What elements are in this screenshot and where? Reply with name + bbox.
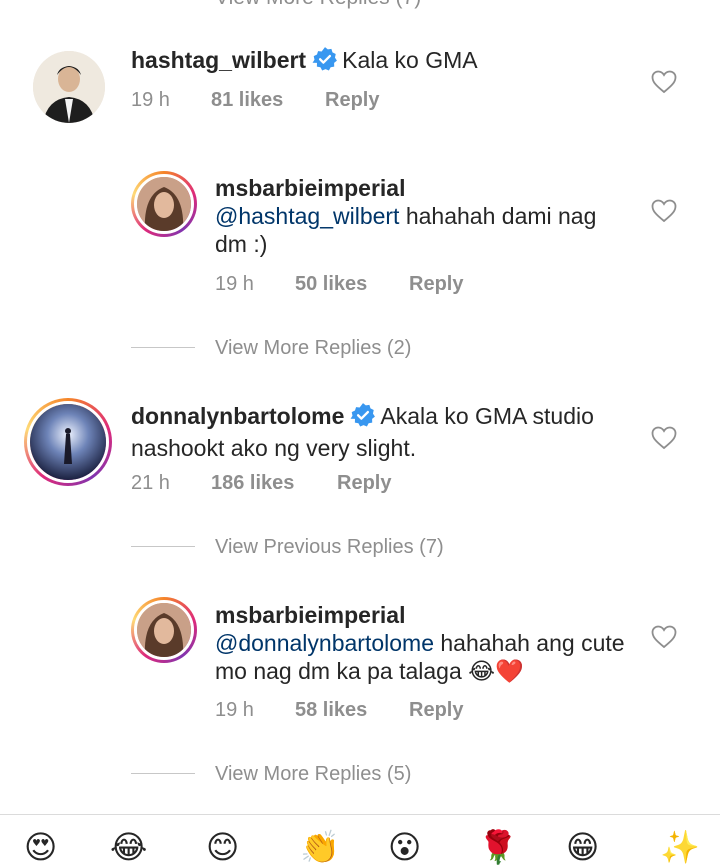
reply-button[interactable]: Reply bbox=[325, 89, 379, 112]
emoji-button[interactable]: 😊 bbox=[206, 831, 239, 863]
verified-badge-icon bbox=[350, 402, 376, 434]
avatar-msbarbieimperial[interactable] bbox=[131, 171, 197, 237]
thread-line bbox=[131, 773, 195, 774]
avatar-hashtag-wilbert[interactable] bbox=[33, 51, 105, 123]
like-heart-icon[interactable] bbox=[651, 625, 677, 654]
avatar-photo bbox=[30, 404, 106, 480]
like-heart-icon[interactable] bbox=[651, 70, 677, 99]
like-heart-icon[interactable] bbox=[651, 426, 677, 455]
avatar-photo bbox=[137, 177, 191, 231]
reply-button[interactable]: Reply bbox=[409, 699, 463, 722]
view-previous-replies-button[interactable]: View Previous Replies (7) bbox=[215, 536, 444, 559]
emoji-button[interactable]: 🌹 bbox=[478, 831, 518, 863]
thread-line bbox=[131, 347, 195, 348]
comment-text: Kala ko GMA bbox=[342, 47, 478, 73]
view-more-replies-button[interactable]: View More Replies (2) bbox=[215, 337, 411, 360]
emoji-button[interactable]: 😮 bbox=[388, 831, 421, 863]
avatar-photo bbox=[137, 603, 191, 657]
comment-time: 19 h bbox=[215, 273, 254, 295]
comment-likes[interactable]: 81 likes bbox=[211, 89, 325, 112]
emoji-quick-bar: 😍 😂 😊 👏 😮 🌹 😁 ✨ bbox=[0, 814, 720, 863]
comment-likes[interactable]: 50 likes bbox=[295, 273, 409, 296]
emoji-button[interactable]: 😂 bbox=[110, 831, 147, 863]
thread-line bbox=[131, 546, 195, 547]
emoji-button[interactable]: 😁 bbox=[566, 831, 599, 863]
comment-username[interactable]: msbarbieimperial bbox=[215, 601, 625, 629]
like-heart-icon[interactable] bbox=[651, 199, 677, 228]
comment-time: 19 h bbox=[131, 89, 170, 111]
comment-likes[interactable]: 186 likes bbox=[211, 472, 337, 495]
view-more-replies-cutoff[interactable]: View More Replies (7) bbox=[215, 0, 421, 10]
view-more-replies-button[interactable]: View More Replies (5) bbox=[215, 763, 411, 786]
comment-username[interactable]: donnalynbartolome bbox=[131, 403, 344, 429]
comment-time: 21 h bbox=[131, 472, 170, 494]
avatar-photo bbox=[33, 51, 105, 123]
emoji-button[interactable]: ✨ bbox=[660, 831, 700, 863]
emoji-button[interactable]: 👏 bbox=[300, 831, 340, 863]
avatar-donnalynbartolome[interactable] bbox=[24, 398, 112, 486]
comment-username[interactable]: hashtag_wilbert bbox=[131, 47, 306, 73]
mention-link[interactable]: @hashtag_wilbert bbox=[215, 203, 399, 229]
emoji-button[interactable]: 😍 bbox=[24, 831, 57, 863]
verified-badge-icon bbox=[312, 46, 338, 78]
comment-username[interactable]: msbarbieimperial bbox=[215, 174, 625, 202]
comment-likes[interactable]: 58 likes bbox=[295, 699, 409, 722]
comment-time: 19 h bbox=[215, 699, 254, 721]
avatar-msbarbieimperial[interactable] bbox=[131, 597, 197, 663]
reply-button[interactable]: Reply bbox=[409, 273, 463, 296]
mention-link[interactable]: @donnalynbartolome bbox=[215, 630, 434, 656]
reply-button[interactable]: Reply bbox=[337, 472, 391, 495]
